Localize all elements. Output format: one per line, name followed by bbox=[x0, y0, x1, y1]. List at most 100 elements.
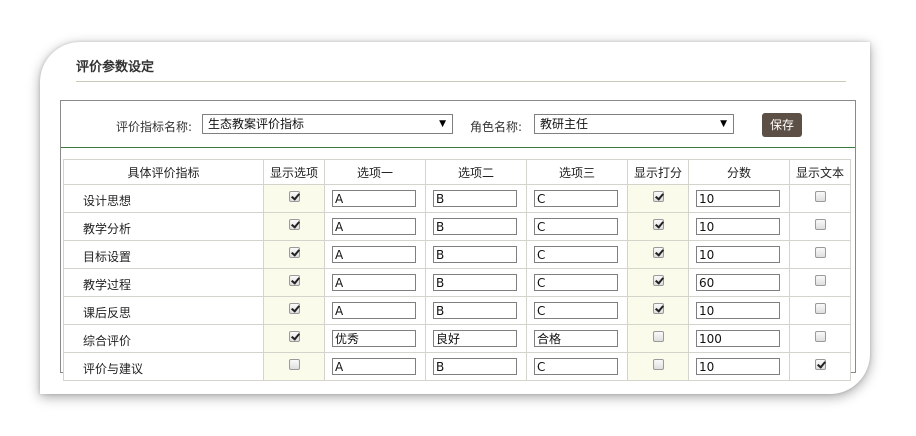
table-row: 课后反思 bbox=[63, 296, 851, 325]
show-score-checkbox[interactable] bbox=[652, 274, 664, 286]
score-cell bbox=[688, 268, 790, 297]
option-3-cell bbox=[526, 212, 628, 241]
score-input[interactable] bbox=[696, 246, 780, 263]
score-cell bbox=[688, 240, 790, 269]
option-3-cell bbox=[526, 296, 628, 325]
show-options-checkbox[interactable] bbox=[288, 330, 300, 342]
option-3-input[interactable] bbox=[534, 190, 618, 207]
show-score-checkbox[interactable] bbox=[652, 330, 664, 342]
show-options-cell bbox=[263, 240, 325, 269]
option-3-cell bbox=[526, 240, 628, 269]
show-text-checkbox[interactable] bbox=[814, 190, 826, 202]
show-score-checkbox[interactable] bbox=[652, 358, 664, 370]
indicator-name: 教学分析 bbox=[63, 212, 264, 241]
option-3-input[interactable] bbox=[534, 330, 618, 347]
indicator-name-select[interactable]: 生态教案评价指标 ▼ bbox=[202, 114, 453, 134]
option-1-input[interactable] bbox=[332, 358, 416, 375]
show-options-checkbox[interactable] bbox=[288, 274, 300, 286]
col-header-show-score: 显示打分 bbox=[627, 159, 689, 185]
option-2-input[interactable] bbox=[433, 218, 517, 235]
show-text-checkbox[interactable] bbox=[814, 274, 826, 286]
indicator-name: 教学过程 bbox=[63, 268, 264, 297]
table-row: 目标设置 bbox=[63, 240, 851, 269]
table-row: 教学分析 bbox=[63, 212, 851, 241]
indicator-name: 设计思想 bbox=[63, 184, 264, 213]
indicator-name: 目标设置 bbox=[63, 240, 264, 269]
option-3-cell bbox=[526, 352, 628, 381]
role-name-value: 教研主任 bbox=[540, 117, 589, 131]
option-3-input[interactable] bbox=[534, 358, 618, 375]
col-header-option-1: 选项一 bbox=[324, 159, 426, 185]
table-row: 设计思想 bbox=[63, 184, 851, 213]
chevron-down-icon: ▼ bbox=[439, 119, 446, 129]
score-input[interactable] bbox=[696, 302, 780, 319]
show-options-checkbox[interactable] bbox=[288, 246, 300, 258]
option-2-input[interactable] bbox=[433, 330, 517, 347]
evaluation-params-table: 具体评价指标 显示选项 选项一 选项二 选项三 显示打分 分数 显示文本 设计思… bbox=[63, 159, 851, 381]
option-1-input[interactable] bbox=[332, 218, 416, 235]
show-score-cell bbox=[627, 296, 689, 325]
show-score-checkbox[interactable] bbox=[652, 302, 664, 314]
option-2-cell bbox=[425, 212, 527, 241]
option-2-input[interactable] bbox=[433, 246, 517, 263]
option-1-cell bbox=[324, 324, 426, 353]
option-1-input[interactable] bbox=[332, 190, 416, 207]
col-header-indicator: 具体评价指标 bbox=[63, 159, 264, 185]
table-row: 评价与建议 bbox=[63, 352, 851, 381]
show-options-checkbox[interactable] bbox=[288, 302, 300, 314]
show-options-checkbox[interactable] bbox=[288, 358, 300, 370]
indicator-name-label: 评价指标名称: bbox=[116, 120, 193, 134]
toolbar-divider bbox=[61, 147, 855, 148]
option-2-cell bbox=[425, 324, 527, 353]
show-options-cell bbox=[263, 352, 325, 381]
score-input[interactable] bbox=[696, 218, 780, 235]
title-divider bbox=[76, 81, 846, 82]
option-1-input[interactable] bbox=[332, 274, 416, 291]
show-text-checkbox[interactable] bbox=[814, 218, 826, 230]
show-options-cell bbox=[263, 184, 325, 213]
option-2-input[interactable] bbox=[433, 190, 517, 207]
table-body: 设计思想教学分析目标设置教学过程课后反思综合评价评价与建议 bbox=[63, 184, 851, 381]
option-1-input[interactable] bbox=[332, 302, 416, 319]
score-input[interactable] bbox=[696, 190, 780, 207]
show-options-checkbox[interactable] bbox=[288, 218, 300, 230]
settings-panel: 评价指标名称: 生态教案评价指标 ▼ 角色名称: 教研主任 ▼ 保存 具体评价指… bbox=[60, 100, 856, 381]
indicator-name-value: 生态教案评价指标 bbox=[208, 117, 305, 131]
score-input[interactable] bbox=[696, 330, 780, 347]
table-row: 综合评价 bbox=[63, 324, 851, 353]
score-input[interactable] bbox=[696, 358, 780, 375]
option-3-input[interactable] bbox=[534, 246, 618, 263]
show-score-cell bbox=[627, 212, 689, 241]
show-text-cell bbox=[789, 296, 851, 325]
option-3-input[interactable] bbox=[534, 218, 618, 235]
show-text-checkbox[interactable] bbox=[814, 302, 826, 314]
option-2-input[interactable] bbox=[433, 274, 517, 291]
option-1-input[interactable] bbox=[332, 330, 416, 347]
show-score-cell bbox=[627, 184, 689, 213]
col-header-show-options: 显示选项 bbox=[263, 159, 325, 185]
show-text-checkbox[interactable] bbox=[814, 246, 826, 258]
chevron-down-icon: ▼ bbox=[720, 119, 727, 129]
option-1-cell bbox=[324, 296, 426, 325]
option-3-input[interactable] bbox=[534, 302, 618, 319]
option-3-cell bbox=[526, 184, 628, 213]
option-2-input[interactable] bbox=[433, 358, 517, 375]
show-score-checkbox[interactable] bbox=[652, 190, 664, 202]
show-options-checkbox[interactable] bbox=[288, 190, 300, 202]
role-name-select[interactable]: 教研主任 ▼ bbox=[534, 114, 734, 134]
show-score-cell bbox=[627, 240, 689, 269]
show-score-checkbox[interactable] bbox=[652, 246, 664, 258]
show-score-checkbox[interactable] bbox=[652, 218, 664, 230]
option-3-input[interactable] bbox=[534, 274, 618, 291]
option-1-input[interactable] bbox=[332, 246, 416, 263]
show-text-checkbox[interactable] bbox=[814, 358, 826, 370]
option-2-cell bbox=[425, 240, 527, 269]
show-score-cell bbox=[627, 352, 689, 381]
save-button[interactable]: 保存 bbox=[762, 113, 802, 137]
role-name-label: 角色名称: bbox=[470, 120, 523, 134]
score-input[interactable] bbox=[696, 274, 780, 291]
show-score-cell bbox=[627, 324, 689, 353]
show-text-checkbox[interactable] bbox=[814, 330, 826, 342]
option-2-input[interactable] bbox=[433, 302, 517, 319]
option-1-cell bbox=[324, 240, 426, 269]
